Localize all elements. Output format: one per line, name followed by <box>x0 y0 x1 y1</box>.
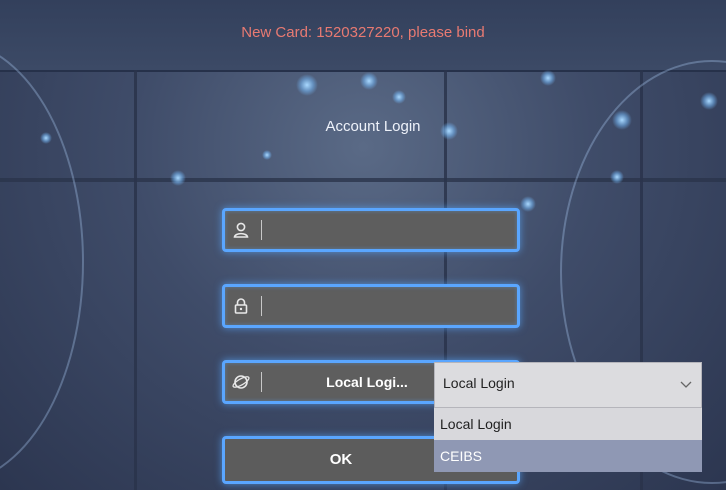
separator <box>261 372 262 392</box>
option-local-login[interactable]: Local Login <box>434 408 702 440</box>
page-title: Account Login <box>325 118 421 135</box>
user-icon <box>231 220 251 240</box>
decor-dot <box>170 170 186 186</box>
decor-dot <box>520 196 536 212</box>
separator <box>261 220 262 240</box>
separator <box>261 296 262 316</box>
decor-dot <box>360 72 378 90</box>
globe-icon <box>231 372 251 392</box>
decor-dot <box>296 74 318 96</box>
lock-icon <box>231 296 251 316</box>
password-input[interactable] <box>265 291 519 323</box>
dropdown-selected-value: Local Login <box>443 375 515 391</box>
password-field[interactable] <box>222 284 520 328</box>
new-card-banner: New Card: 1520327220, please bind <box>241 24 485 41</box>
decor-dot <box>540 70 556 86</box>
option-ceibs[interactable]: CEIBS <box>434 440 702 472</box>
decor-dot <box>610 170 624 184</box>
login-type-dropdown[interactable]: Local Login <box>434 362 702 408</box>
username-field[interactable] <box>222 208 520 252</box>
decor-dot <box>262 150 272 160</box>
decor-dot <box>700 92 718 110</box>
decor-dot <box>392 90 406 104</box>
decor-arc <box>0 40 84 484</box>
username-input[interactable] <box>265 215 519 247</box>
chevron-down-icon[interactable] <box>679 377 693 391</box>
dropdown-options: Local Login CEIBS <box>434 408 702 472</box>
